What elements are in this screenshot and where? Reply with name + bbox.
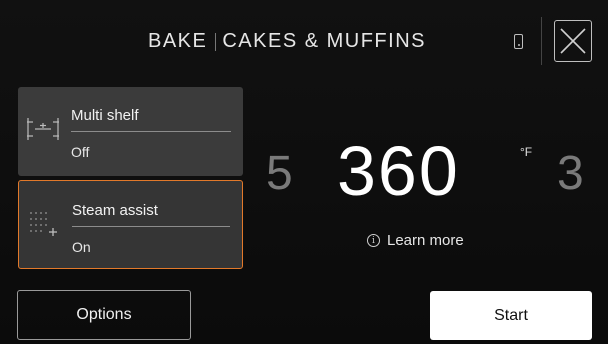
info-icon: i xyxy=(367,234,380,247)
phone-icon[interactable] xyxy=(514,34,523,49)
temperature-previous[interactable]: 5 xyxy=(266,150,293,198)
title-separator xyxy=(215,32,217,51)
learn-more-link[interactable]: i Learn more xyxy=(367,232,464,249)
temperature-value[interactable]: 360 xyxy=(337,136,460,206)
multi-shelf-icon xyxy=(26,115,60,148)
learn-more-label: Learn more xyxy=(387,232,464,249)
multi-shelf-value: Off xyxy=(71,144,90,160)
multi-shelf-card[interactable]: Multi shelf Off xyxy=(18,87,243,176)
card-divider xyxy=(71,131,231,132)
temperature-unit: °F xyxy=(520,145,533,159)
steam-assist-card[interactable]: Steam assist On xyxy=(18,180,243,269)
steam-assist-icon xyxy=(27,209,61,246)
options-button[interactable]: Options xyxy=(17,290,191,340)
multi-shelf-label: Multi shelf xyxy=(71,107,139,124)
close-icon xyxy=(560,28,586,54)
start-button[interactable]: Start xyxy=(430,291,592,340)
header-divider xyxy=(541,17,542,65)
close-button[interactable] xyxy=(554,20,592,62)
page-title: BAKE CAKES & MUFFINS xyxy=(148,30,426,53)
oven-screen: BAKE CAKES & MUFFINS Multi shelf Off Ste… xyxy=(0,0,608,344)
mode-label: BAKE xyxy=(148,30,208,52)
card-divider xyxy=(72,226,230,227)
temperature-next[interactable]: 3 xyxy=(557,150,584,198)
steam-assist-value: On xyxy=(72,239,91,255)
program-label: CAKES & MUFFINS xyxy=(222,30,426,52)
steam-assist-label: Steam assist xyxy=(72,202,158,219)
